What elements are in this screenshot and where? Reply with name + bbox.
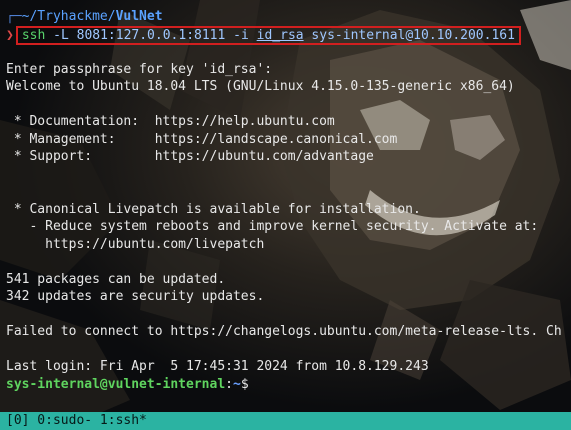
prompt-separator: :: [225, 376, 233, 392]
terminal-output: ┌─~/Tryhackme/VulNet ❯ ssh -L 8081:127.0.…: [6, 8, 571, 393]
tmux-session[interactable]: [0]: [6, 413, 29, 428]
prompt-path-prefix: ~/Tryhackme/: [21, 9, 116, 24]
prompt-corner: ┌─: [6, 9, 22, 24]
output-line: - Reduce system reboots and improve kern…: [6, 219, 539, 234]
command-target: sys-internal@10.10.200.161: [303, 27, 515, 43]
output-line: * Support: https://ubuntu.com/advantage: [6, 149, 374, 164]
output-line: * Documentation: https://help.ubuntu.com: [6, 114, 335, 129]
command-name: ssh: [21, 27, 46, 43]
command-keyfile: id_rsa: [256, 27, 304, 43]
tmux-window-list[interactable]: 0:sudo- 1:ssh*: [29, 413, 147, 428]
prompt-user-host: sys-internal@vulnet-internal: [6, 376, 226, 392]
output-line: * Canonical Livepatch is available for i…: [6, 201, 421, 217]
shell-prompt[interactable]: sys-internal@vulnet-internal:~$: [6, 376, 571, 394]
output-line: Welcome to Ubuntu 18.04 LTS (GNU/Linux 4…: [6, 79, 515, 94]
output-line: Enter passphrase for key 'id_rsa':: [6, 61, 273, 77]
output-line: Last login: Fri Apr 5 17:45:31 2024 from…: [6, 359, 429, 374]
output-line: 541 packages can be updated.: [6, 271, 226, 287]
command-args: -L 8081:127.0.0.1:8111 -i: [45, 27, 257, 43]
prompt-arrow-icon: ❯: [6, 27, 14, 43]
output-line: Failed to connect to https://changelogs.…: [6, 324, 562, 339]
prompt-current-dir: VulNet: [115, 9, 163, 24]
prompt-symbol: $: [240, 376, 249, 392]
output-line: * Management: https://landscape.canonica…: [6, 131, 398, 147]
command-line: ❯ ssh -L 8081:127.0.0.1:8111 -i id_rsa sy…: [6, 25, 571, 45]
tmux-status-bar: [0] 0:sudo- 1:ssh*: [0, 412, 571, 430]
output-line: https://ubuntu.com/livepatch: [6, 236, 265, 252]
highlighted-command-box: ssh -L 8081:127.0.0.1:8111 -i id_rsa sys…: [15, 25, 521, 45]
prompt-path: ~: [232, 376, 241, 392]
prompt-path-line: ┌─~/Tryhackme/VulNet: [6, 8, 571, 26]
output-line: 342 updates are security updates.: [6, 289, 265, 304]
